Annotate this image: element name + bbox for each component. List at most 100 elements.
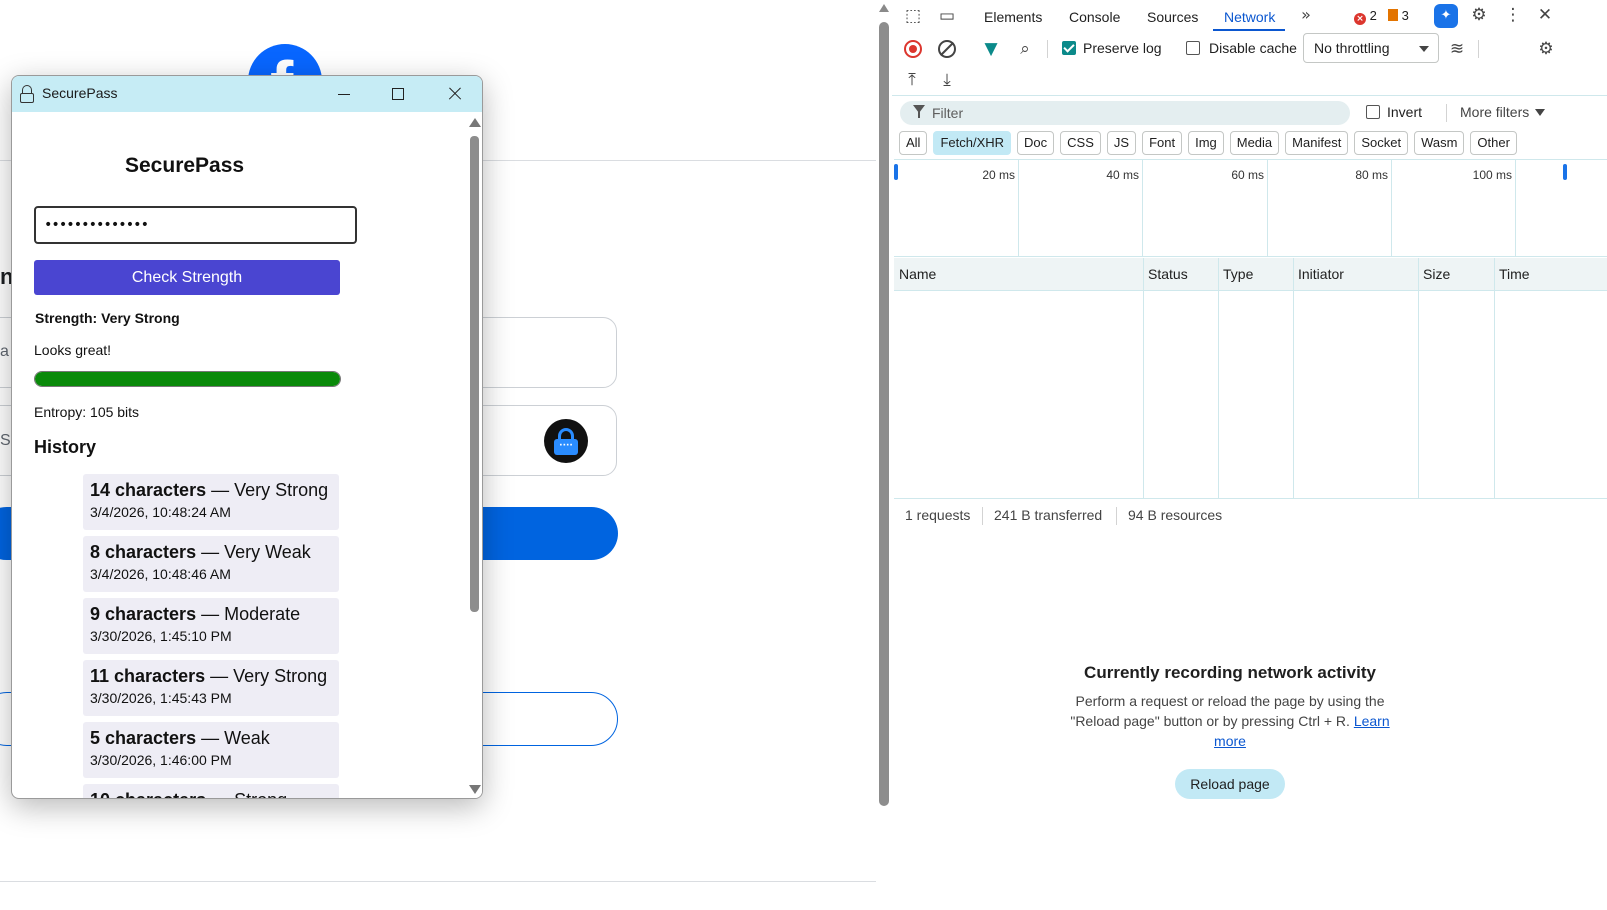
tab-sources[interactable]: Sources — [1147, 9, 1198, 25]
history-item-length: 9 characters — [90, 604, 197, 624]
type-filter-socket[interactable]: Socket — [1354, 131, 1409, 155]
timeline-tick-label: 100 ms — [1472, 168, 1512, 182]
scroll-down-arrow-icon[interactable] — [469, 785, 481, 794]
tab-elements[interactable]: Elements — [984, 9, 1042, 25]
history-item-rating: — Moderate — [196, 604, 301, 624]
ai-assistant-icon[interactable]: ✦ — [1434, 4, 1458, 28]
disable-cache-checkbox[interactable] — [1186, 41, 1200, 55]
device-toolbar-icon[interactable]: ▭ — [936, 5, 958, 27]
maximize-button[interactable] — [375, 76, 421, 112]
type-filter-css[interactable]: CSS — [1060, 131, 1101, 155]
history-item-summary: 9 characters — Moderate — [90, 604, 332, 625]
throttling-select[interactable]: No throttling — [1303, 33, 1439, 63]
window-titlebar[interactable]: SecurePass — [12, 76, 482, 112]
recording-empty-state: Currently recording network activity Per… — [1062, 663, 1398, 799]
column-header-time[interactable]: Time — [1499, 266, 1530, 282]
clear-icon[interactable] — [938, 40, 956, 58]
column-divider[interactable] — [1494, 258, 1495, 498]
column-divider[interactable] — [1418, 258, 1419, 498]
reload-page-button[interactable]: Reload page — [1175, 769, 1285, 799]
popup-scrollbar[interactable] — [468, 112, 482, 798]
history-item-rating: — Very Strong — [206, 480, 329, 500]
export-har-icon[interactable]: ⤓ — [936, 69, 958, 91]
maximize-icon — [392, 88, 404, 100]
inspect-element-icon[interactable]: ⬚ — [902, 5, 924, 27]
tab-network[interactable]: Network — [1224, 9, 1275, 25]
type-filter-manifest[interactable]: Manifest — [1285, 131, 1349, 155]
column-header-size[interactable]: Size — [1423, 266, 1450, 282]
strength-meter-fill — [35, 372, 340, 386]
history-item-length: 10 characters — [90, 790, 206, 798]
type-filter-img[interactable]: Img — [1188, 131, 1224, 155]
check-strength-button[interactable]: Check Strength — [34, 260, 340, 295]
resources-size: 94 B resources — [1128, 507, 1223, 523]
column-divider[interactable] — [1143, 258, 1144, 498]
app-heading: SecurePass — [125, 154, 245, 177]
page-scrollbar[interactable] — [876, 0, 892, 910]
column-header-initiator[interactable]: Initiator — [1298, 266, 1344, 282]
empty-state-text: Perform a request or reload the page by … — [1070, 693, 1390, 749]
type-filter-js[interactable]: JS — [1106, 131, 1137, 155]
more-tabs-icon[interactable]: » — [1295, 4, 1317, 26]
page-bottom-divider — [0, 881, 876, 882]
filter-input[interactable]: Filter — [900, 101, 1350, 125]
transferred-size: 241 B transferred — [994, 507, 1103, 523]
active-tab-indicator — [1213, 29, 1285, 31]
close-button[interactable] — [431, 76, 477, 112]
network-toolbar: ▼ ⌕ Preserve log Disable cache No thrott… — [892, 32, 1607, 96]
column-divider[interactable] — [1218, 258, 1219, 498]
import-har-icon[interactable]: ⤒ — [901, 69, 923, 91]
column-divider[interactable] — [1293, 258, 1294, 498]
type-filter-all[interactable]: All — [899, 131, 928, 155]
password-input[interactable]: •••••••••••••• — [34, 206, 357, 244]
column-header-type[interactable]: Type — [1223, 266, 1253, 282]
filter-funnel-icon[interactable]: ▼ — [980, 38, 1002, 60]
error-badge[interactable]: × 2 — [1354, 8, 1377, 25]
type-filter-media[interactable]: Media — [1229, 131, 1280, 155]
network-settings-gear-icon[interactable]: ⚙ — [1535, 38, 1557, 60]
more-filters-dropdown[interactable]: More filters — [1460, 104, 1546, 120]
password-manager-lock-icon[interactable]: ···· — [544, 419, 588, 463]
close-devtools-icon[interactable]: ✕ — [1534, 4, 1556, 26]
network-conditions-icon[interactable]: ≋ — [1446, 38, 1468, 60]
type-filter-font[interactable]: Font — [1142, 131, 1183, 155]
search-icon[interactable]: ⌕ — [1014, 38, 1036, 60]
type-filter-doc[interactable]: Doc — [1017, 131, 1055, 155]
history-item: 5 characters — Weak 3/30/2026, 1:46:00 PM — [83, 722, 339, 778]
filter-row: Filter Invert More filters — [892, 96, 1607, 128]
type-filter-fetch-xhr[interactable]: Fetch/XHR — [933, 131, 1012, 155]
column-header-status[interactable]: Status — [1148, 266, 1188, 282]
preserve-log-label: Preserve log — [1083, 40, 1162, 56]
network-summary-bar: 1 requests 241 B transferred 94 B resour… — [892, 505, 1607, 525]
timeline-gridline — [1391, 160, 1392, 257]
scroll-up-arrow-icon[interactable] — [469, 118, 481, 127]
timeline-gridline — [1267, 160, 1268, 257]
popup-scrollbar-thumb[interactable] — [470, 136, 479, 612]
history-item-rating: — Very Strong — [205, 666, 328, 686]
timeline-handle-right[interactable] — [1563, 164, 1567, 180]
scroll-up-arrow-icon[interactable] — [879, 4, 889, 12]
warning-badge[interactable]: 3 — [1388, 8, 1409, 23]
type-filter-wasm[interactable]: Wasm — [1414, 131, 1465, 155]
settings-gear-icon[interactable]: ⚙ — [1468, 4, 1490, 26]
history-item-length: 11 characters — [90, 666, 206, 686]
history-item-length: 5 characters — [90, 728, 197, 748]
scrollbar-thumb[interactable] — [879, 22, 889, 806]
minimize-button[interactable] — [320, 76, 366, 112]
invert-checkbox[interactable] — [1366, 105, 1380, 119]
timeline-handle-left[interactable] — [894, 164, 898, 180]
history-item-timestamp: 3/4/2026, 10:48:46 AM — [90, 566, 231, 582]
tab-console[interactable]: Console — [1069, 9, 1120, 25]
devtools-tab-bar: ⬚ ▭ Elements Console Sources Network » ×… — [892, 0, 1607, 32]
invert-label: Invert — [1387, 104, 1423, 120]
type-filter-other[interactable]: Other — [1470, 131, 1517, 155]
record-stop-icon[interactable] — [904, 40, 922, 58]
history-heading: History — [34, 437, 97, 457]
history-item-timestamp: 3/30/2026, 1:45:10 PM — [90, 628, 232, 644]
network-timeline-overview[interactable]: 20 ms 40 ms 60 ms 80 ms 100 ms — [894, 159, 1607, 257]
more-options-icon[interactable]: ⋮ — [1502, 4, 1524, 26]
column-header-name[interactable]: Name — [899, 266, 936, 282]
history-item-summary: 8 characters — Very Weak — [90, 542, 332, 563]
request-count: 1 requests — [905, 507, 971, 523]
preserve-log-checkbox[interactable] — [1062, 41, 1076, 55]
